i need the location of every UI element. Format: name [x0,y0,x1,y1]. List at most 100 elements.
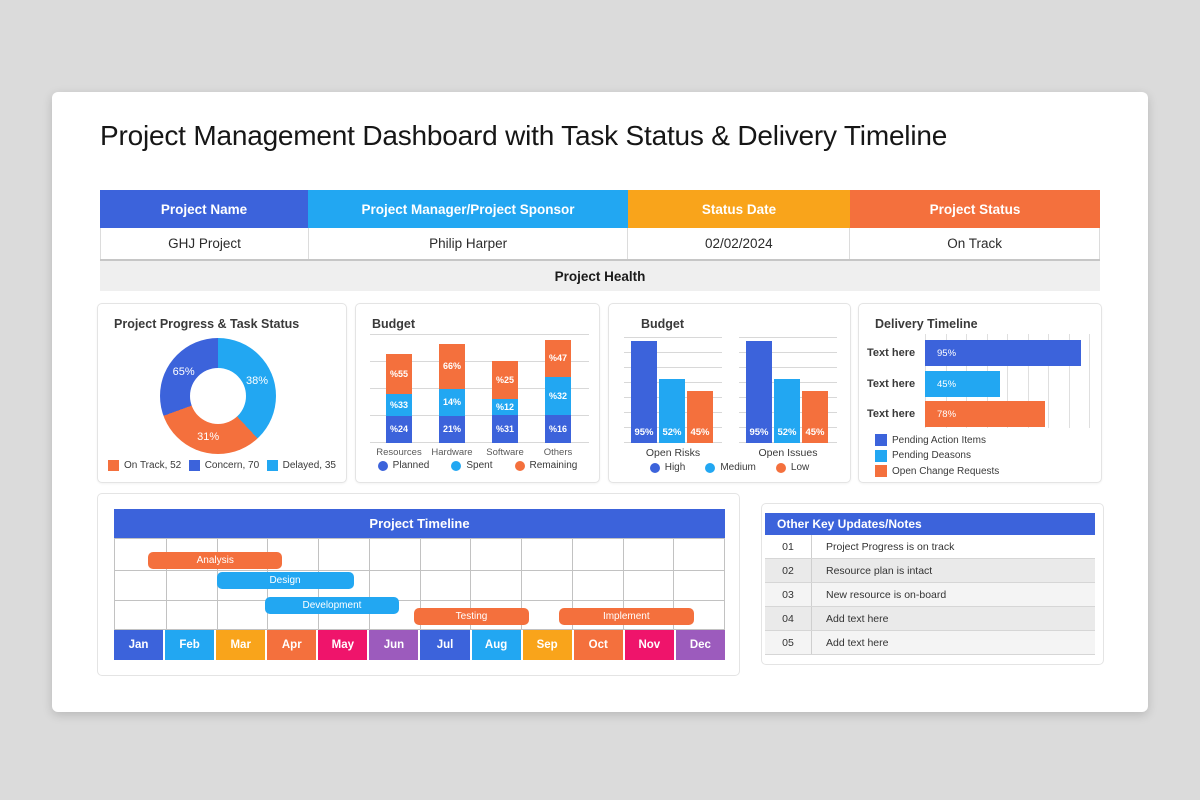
risks-issues-legend: High Medium Low [609,462,850,473]
note-number-03: 03 [765,583,812,606]
gantt-month-apr: Apr [267,630,318,660]
gantt-task-implement: Implement [559,608,693,625]
note-row-01: 01Project Progress is on track [765,535,1095,559]
info-value-2: 02/02/2024 [628,228,850,259]
card-risks-issues: Budget 95%52%45%Open Risks95%52%45%Open … [608,303,851,483]
hbar-row-label-0: Text here [867,340,915,366]
grouped-bar-value-1-0: 95% [746,427,772,438]
task-status-card-title: Project Progress & Task Status [114,317,299,331]
stacked-bar-others-remaining: %47 [545,340,571,377]
stacked-bar-others-planned: %16 [545,415,571,443]
stacked-bar-software-remaining: %25 [492,361,518,399]
hbar-bar-1: 45% [925,371,1000,397]
card-budget-stacked: Budget %24%33%55Resources21%14%66%Hardwa… [355,303,600,483]
page-title: Project Management Dashboard with Task S… [100,120,947,152]
stacked-gridline-0 [370,334,589,335]
gantt-grid-hline-0 [115,570,724,571]
note-text-05: Add text here [812,631,1095,654]
note-row-05: 05Add text here [765,631,1095,655]
gantt-grid: AnalysisDesignDevelopmentTestingImplemen… [114,538,725,630]
stacked-legend-item-0: Planned [378,460,430,471]
grouped-gridline-0-0 [624,337,722,338]
card-task-status: Project Progress & Task Status On Track,… [97,303,347,483]
hbar-gridline-8 [1089,334,1090,428]
stacked-bar-resources-remaining: %55 [386,354,412,394]
note-text-04: Add text here [812,607,1095,630]
info-header-3: Project Status [850,190,1100,228]
notes-title-bar: Other Key Updates/Notes [765,513,1095,535]
stacked-bar-hardware-planned: 21% [439,416,465,443]
donut-legend-item-1-label: Concern, 70 [205,460,259,471]
note-row-04: 04Add text here [765,607,1095,631]
stacked-bar-resources-spent: %33 [386,394,412,416]
info-header-0: Project Name [100,190,308,228]
delivery-legend-item-0-swatch [875,434,887,446]
gantt-grid-vline-5 [369,539,370,629]
grouped-bar-value-0-1: 52% [659,427,685,438]
donut-legend-item-1-swatch [189,460,200,471]
gantt-month-oct: Oct [574,630,625,660]
info-value-0: GHJ Project [100,228,309,259]
stacked-category-label-others: Others [526,447,590,458]
gantt-task-development: Development [265,597,399,614]
gantt-grid-hline-1 [115,600,724,601]
delivery-legend-item-1: Pending Deasons [875,450,971,462]
stacked-legend-item-2: Remaining [515,460,578,471]
budget-stacked-card-title: Budget [372,317,415,331]
dashboard-slide: Project Management Dashboard with Task S… [52,92,1148,712]
donut-legend-item-0: On Track, 52 [108,460,181,471]
hbar-bar-2: 78% [925,401,1045,427]
notes-panel: Other Key Updates/Notes 01Project Progre… [761,503,1104,665]
donut-slice-label-on-track: 31% [197,431,219,443]
gantt-task-analysis: Analysis [148,552,282,569]
note-text-01: Project Progress is on track [812,535,1095,558]
note-number-02: 02 [765,559,812,582]
donut-slice-label-delayed: 38% [246,375,268,387]
gantt-month-jan: Jan [114,630,165,660]
stacked-legend-item-0-swatch [378,461,388,471]
card-delivery-timeline: Delivery Timeline Text here95%Text here4… [858,303,1102,483]
donut-slice-label-concern: 65% [173,366,195,378]
stacked-bar-resources-planned: %24 [386,416,412,443]
budget-stacked-legend: Planned Spent Remaining [356,460,599,471]
donut-legend-item-0-label: On Track, 52 [124,460,181,471]
note-number-04: 04 [765,607,812,630]
note-row-02: 02Resource plan is intact [765,559,1095,583]
gantt-month-feb: Feb [165,630,216,660]
project-timeline-panel: Project Timeline AnalysisDesignDevelopme… [97,493,740,676]
gantt-month-dec: Dec [676,630,725,660]
donut-legend-item-0-swatch [108,460,119,471]
delivery-card-title: Delivery Timeline [875,317,978,331]
grouped-bar-value-1-2: 45% [802,427,828,438]
gantt-month-jul: Jul [420,630,471,660]
delivery-legend-item-1-swatch [875,450,887,462]
note-number-01: 01 [765,535,812,558]
gantt-month-mar: Mar [216,630,267,660]
gantt-title-bar: Project Timeline [114,509,725,538]
stacked-legend-item-2-swatch [515,461,525,471]
grouped-group-label-1: Open Issues [748,447,828,459]
delivery-legend-item-2-label: Open Change Requests [892,466,999,477]
stacked-bar-software-planned: %31 [492,415,518,443]
gantt-month-aug: Aug [472,630,523,660]
stacked-legend-item-1-label: Spent [466,460,492,471]
info-value-1: Philip Harper [309,228,628,259]
stacked-legend-item-0-label: Planned [393,460,430,471]
stacked-bar-others-spent: %32 [545,377,571,415]
gantt-task-testing: Testing [414,608,528,625]
grouped-legend-item-1: Medium [705,462,756,473]
stacked-legend-item-1-swatch [451,461,461,471]
gantt-month-may: May [318,630,369,660]
hbar-row-label-1: Text here [867,371,915,397]
delivery-legend-item-2-swatch [875,465,887,477]
note-row-03: 03New resource is on-board [765,583,1095,607]
info-header-1: Project Manager/Project Sponsor [308,190,628,228]
stacked-bar-software-spent: %12 [492,399,518,415]
info-value-3: On Track [850,228,1100,259]
page-background: Project Management Dashboard with Task S… [0,0,1200,800]
gantt-month-row: JanFebMarAprMayJunJulAugSepOctNovDec [114,630,725,660]
grouped-bar-value-0-0: 95% [631,427,657,438]
grouped-legend-item-0-label: High [665,462,686,473]
grouped-gridline-1-0 [739,337,837,338]
grouped-legend-item-2: Low [776,462,809,473]
